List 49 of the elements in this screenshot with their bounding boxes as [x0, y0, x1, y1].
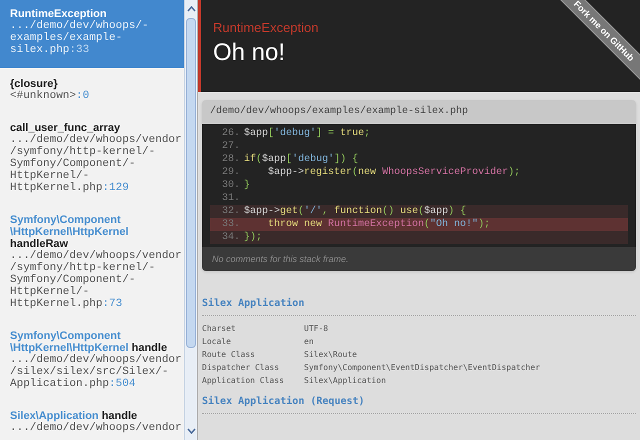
scrollbar[interactable] [184, 0, 197, 440]
code-line: $app->register(new WhoopsServiceProvider); [267, 166, 520, 179]
frame-comments: No comments for this stack frame. [202, 247, 636, 271]
frame-file: .../demo/dev/whoops/vendor /symfony/http-kernel/- Symfony/Component/- HttpKernel/- HttpKernel.php:73 [10, 250, 182, 310]
line-number: 34. [220, 231, 241, 244]
table-key: Route Class [202, 348, 304, 361]
code-line: if($app['debug']) { [244, 153, 358, 166]
line-number: 29. [220, 166, 241, 179]
table-key: Locale [202, 335, 304, 348]
frame-title: Symfony\Component \HttpKernel\HttpKernel handleRaw [10, 214, 130, 250]
code-line: } [244, 179, 250, 192]
section-title: Silex Application [202, 297, 636, 316]
frame-title: RuntimeException [10, 8, 107, 20]
exception-message: Oh no! [213, 38, 286, 68]
code-line: $app['debug'] = true; [244, 127, 370, 140]
scrollbar-thumb[interactable] [186, 18, 196, 348]
line-number: 28. [220, 153, 241, 166]
frame-file: .../demo/dev/whoops/vendor [10, 422, 182, 434]
table-value: UTF-8 [304, 323, 328, 335]
section-title: Silex Application (Request) [202, 395, 636, 414]
table-key: Charset [202, 322, 304, 335]
frame-title: call_user_func_array [10, 122, 120, 134]
line-number: 33. [220, 218, 241, 231]
code-line: throw new RuntimeException("Oh no!"); [267, 218, 490, 231]
frame-title: Silex\Application handle [10, 410, 138, 422]
frame-file: .../demo/dev/whoops/vendor /symfony/http-kernel/- Symfony/Component/- HttpKernel/- HttpKernel.php:129 [10, 134, 182, 194]
code-file-path: /demo/dev/whoops/examples/example-silex.php [209, 104, 470, 119]
line-number: 31. [220, 192, 241, 205]
exception-class: RuntimeException [213, 20, 318, 36]
frame-title: Symfony\Component \HttpKernel\HttpKernel handle [10, 330, 168, 354]
line-number: 30. [220, 179, 241, 192]
table-key: Dispatcher Class [202, 361, 304, 374]
table-value: Symfony\Component\EventDispatcher\EventDispatcher [304, 362, 540, 374]
line-number: 32. [220, 205, 241, 218]
frame-title: {closure} [10, 78, 58, 90]
frame-file: .../demo/dev/whoops/vendor /silex/silex/src/Silex/- Application.php:504 [10, 354, 182, 390]
code-line: $app->get('/', function() use($app) { [244, 205, 466, 218]
code-line: }); [244, 231, 262, 244]
scroll-down-icon[interactable] [186, 428, 196, 434]
frame-file: <#unknown>:0 [10, 90, 90, 102]
table-value: Silex\Route [304, 349, 357, 361]
scroll-up-icon[interactable] [186, 6, 196, 12]
table-key: Application Class [202, 374, 304, 387]
line-number: 26. [220, 127, 241, 140]
stack-frame[interactable]: RuntimeException .../demo/dev/whoops/- examples/example- silex.php:33 [0, 0, 184, 68]
frame-file: .../demo/dev/whoops/- examples/example- silex.php:33 [10, 20, 149, 56]
table-value: Silex\Application [304, 375, 386, 387]
line-number: 27. [220, 140, 241, 153]
table-value: en [304, 336, 314, 348]
